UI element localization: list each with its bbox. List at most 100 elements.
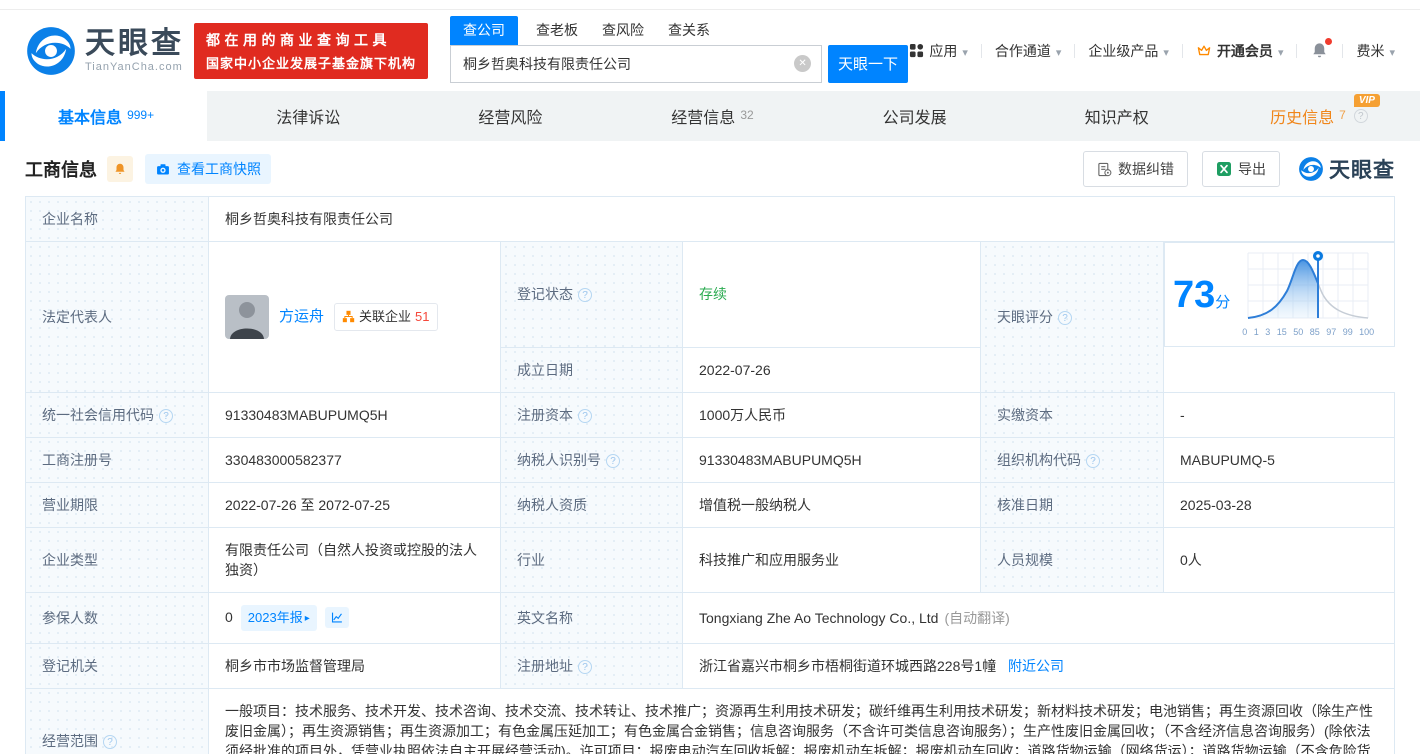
clear-search-icon[interactable] bbox=[794, 55, 811, 72]
help-icon[interactable] bbox=[159, 409, 173, 423]
reg-address-value: 浙江省嘉兴市桐乡市梧桐街道环城西路228号1幢 附近公司 bbox=[683, 643, 1395, 688]
chevron-down-icon bbox=[1056, 43, 1062, 59]
tab-history-info[interactable]: VIP 历史信息 7 bbox=[1218, 91, 1420, 141]
nav-vip[interactable]: 开通会员 bbox=[1196, 41, 1284, 61]
search-area: 查公司 查老板 查风险 查关系 天眼一下 bbox=[450, 19, 908, 83]
company-name-value: 桐乡哲奥科技有限责任公司 bbox=[209, 197, 1395, 242]
tab-basic-info[interactable]: 基本信息 999+ bbox=[5, 91, 207, 141]
grid-icon bbox=[909, 43, 924, 58]
english-name-value: Tongxiang Zhe Ao Technology Co., Ltd(自动翻… bbox=[683, 592, 1395, 643]
industry-value: 科技推广和应用服务业 bbox=[683, 527, 981, 592]
vip-badge: VIP bbox=[1354, 94, 1380, 107]
table-row: 统一社会信用代码 91330483MABUPUMQ5H 注册资本 1000万人民… bbox=[26, 392, 1395, 437]
auto-translate-note: (自动翻译) bbox=[944, 610, 1009, 626]
nav-partner[interactable]: 合作通道 bbox=[995, 41, 1062, 61]
brand-name: 天眼查 bbox=[85, 29, 184, 59]
table-row: 参保人数 02023年报 英文名称 Tongxiang Zhe Ao Techn… bbox=[26, 592, 1395, 643]
business-term-value: 2022-07-26 至 2072-07-25 bbox=[209, 482, 501, 527]
approval-date-label: 核准日期 bbox=[981, 482, 1164, 527]
notification-dot bbox=[1325, 38, 1332, 45]
taxpayer-quality-label: 纳税人资质 bbox=[501, 482, 683, 527]
tab-operating-risk[interactable]: 经营风险 bbox=[409, 91, 611, 141]
table-row: 法定代表人 方运舟 bbox=[26, 242, 1395, 348]
site-header: 天眼查 TianYanCha.com 都在用的商业查询工具 国家中小企业发展子基… bbox=[0, 10, 1420, 91]
tianyancha-logo-icon bbox=[1298, 156, 1324, 182]
company-type-value: 有限责任公司（自然人投资或控股的法人独资） bbox=[209, 527, 501, 592]
org-chart-icon bbox=[342, 310, 355, 323]
score-label: 天眼评分 bbox=[981, 242, 1164, 393]
reg-capital-label: 注册资本 bbox=[501, 392, 683, 437]
industry-label: 行业 bbox=[501, 527, 683, 592]
tab-badge: 32 bbox=[740, 108, 753, 122]
help-icon[interactable] bbox=[606, 454, 620, 468]
reg-status-label: 登记状态 bbox=[501, 242, 683, 348]
reg-number-label: 工商注册号 bbox=[26, 437, 209, 482]
nav-divider bbox=[1074, 44, 1075, 58]
insured-count-value: 02023年报 bbox=[209, 592, 501, 643]
tab-intellectual-property[interactable]: 知识产权 bbox=[1016, 91, 1218, 141]
trend-chart-button[interactable] bbox=[325, 607, 349, 628]
monitor-bell-button[interactable] bbox=[107, 156, 133, 182]
search-tab-risk[interactable]: 查风险 bbox=[602, 20, 644, 45]
reg-status-value: 存续 bbox=[683, 242, 981, 348]
nav-apps[interactable]: 应用 bbox=[909, 41, 968, 61]
approval-date-value: 2025-03-28 bbox=[1164, 482, 1395, 527]
document-correction-icon bbox=[1097, 162, 1112, 177]
legal-rep-name-link[interactable]: 方运舟 bbox=[279, 307, 324, 327]
business-scope-label: 经营范围 bbox=[26, 688, 209, 754]
help-icon[interactable] bbox=[1086, 454, 1100, 468]
table-row: 经营范围 一般项目：技术服务、技术开发、技术咨询、技术交流、技术转让、技术推广；… bbox=[26, 688, 1395, 754]
search-tab-boss[interactable]: 查老板 bbox=[536, 20, 578, 45]
annual-report-link[interactable]: 2023年报 bbox=[241, 605, 317, 631]
user-nav: 应用 合作通道 企业级产品 开通会员 bbox=[909, 41, 1395, 61]
score-number: 73 bbox=[1173, 274, 1215, 316]
legal-rep-value: 方运舟 关联企业 51 bbox=[209, 242, 501, 393]
staff-size-value: 0人 bbox=[1164, 527, 1395, 592]
search-submit-button[interactable]: 天眼一下 bbox=[828, 45, 908, 83]
notifications-bell[interactable] bbox=[1310, 41, 1329, 60]
person-photo-icon bbox=[225, 295, 269, 339]
search-tab-relation[interactable]: 查关系 bbox=[668, 20, 710, 45]
help-icon[interactable] bbox=[103, 735, 117, 749]
reg-authority-label: 登记机关 bbox=[26, 643, 209, 688]
nav-divider bbox=[981, 44, 982, 58]
insured-count-label: 参保人数 bbox=[26, 592, 209, 643]
data-correction-button[interactable]: 数据纠错 bbox=[1083, 151, 1188, 187]
help-icon[interactable] bbox=[578, 409, 592, 423]
help-icon[interactable] bbox=[1354, 109, 1368, 123]
business-info-table: 企业名称 桐乡哲奥科技有限责任公司 法定代表人 方运舟 bbox=[25, 196, 1395, 754]
tab-company-development[interactable]: 公司发展 bbox=[814, 91, 1016, 141]
related-companies-button[interactable]: 关联企业 51 bbox=[334, 303, 437, 331]
taxpayer-quality-value: 增值税一般纳税人 bbox=[683, 482, 981, 527]
score-curve-icon bbox=[1242, 247, 1374, 321]
brand-domain: TianYanCha.com bbox=[85, 61, 184, 73]
score-distribution-chart[interactable]: 01 315 5085 9799 100 bbox=[1242, 247, 1374, 342]
tianyancha-logo[interactable]: 天眼查 TianYanCha.com bbox=[25, 25, 184, 77]
org-code-label: 组织机构代码 bbox=[981, 437, 1164, 482]
nearby-companies-link[interactable]: 附近公司 bbox=[1008, 658, 1064, 674]
tab-operating-info[interactable]: 经营信息 32 bbox=[611, 91, 813, 141]
company-type-label: 企业类型 bbox=[26, 527, 209, 592]
staff-size-label: 人员规模 bbox=[981, 527, 1164, 592]
tab-legal[interactable]: 法律诉讼 bbox=[207, 91, 409, 141]
help-icon[interactable] bbox=[578, 288, 592, 302]
legal-rep-avatar[interactable] bbox=[225, 295, 269, 339]
export-button[interactable]: 导出 bbox=[1202, 151, 1280, 187]
reg-capital-value: 1000万人民币 bbox=[683, 392, 981, 437]
chevron-down-icon bbox=[1163, 43, 1169, 59]
business-snapshot-button[interactable]: 查看工商快照 bbox=[145, 154, 271, 184]
table-row: 企业名称 桐乡哲奥科技有限责任公司 bbox=[26, 197, 1395, 242]
help-icon[interactable] bbox=[1058, 311, 1072, 325]
paid-capital-value: - bbox=[1164, 392, 1395, 437]
search-input[interactable] bbox=[451, 56, 781, 72]
search-tab-company[interactable]: 查公司 bbox=[450, 16, 518, 45]
establish-date-value: 2022-07-26 bbox=[683, 347, 981, 392]
help-icon[interactable] bbox=[578, 660, 592, 674]
table-row: 企业类型 有限责任公司（自然人投资或控股的法人独资） 行业 科技推广和应用服务业… bbox=[26, 527, 1395, 592]
chevron-down-icon bbox=[962, 43, 968, 59]
nav-divider bbox=[1342, 44, 1343, 58]
taxpayer-id-label: 纳税人识别号 bbox=[501, 437, 683, 482]
tianyancha-logo-icon bbox=[25, 25, 77, 77]
nav-user[interactable]: 费米 bbox=[1356, 41, 1395, 61]
nav-enterprise[interactable]: 企业级产品 bbox=[1088, 41, 1169, 61]
